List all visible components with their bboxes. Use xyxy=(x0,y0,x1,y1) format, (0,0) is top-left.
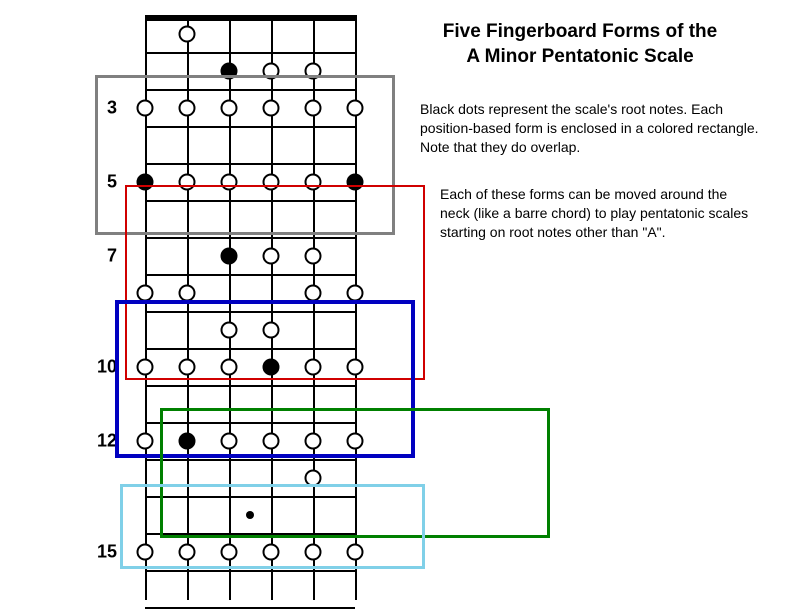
description-movable: Each of these forms can be moved around … xyxy=(440,185,750,242)
fret-label-10: 10 xyxy=(87,356,117,377)
fret-label-7: 7 xyxy=(87,245,117,266)
form-5 xyxy=(120,484,425,569)
fret-16 xyxy=(145,607,355,609)
title-line-2: A Minor Pentatonic Scale xyxy=(466,46,693,67)
nut xyxy=(145,15,355,21)
fret-1 xyxy=(145,52,355,54)
description-root-notes: Black dots represent the scale's root no… xyxy=(420,100,760,157)
fret-15 xyxy=(145,570,355,572)
title-line-1: Five Fingerboard Forms of the xyxy=(443,21,717,42)
fret-label-15: 15 xyxy=(87,541,117,562)
fret-label-12: 12 xyxy=(87,430,117,451)
page-title: Five Fingerboard Forms of the A Minor Pe… xyxy=(400,20,760,69)
scale-note-dot xyxy=(179,25,196,42)
